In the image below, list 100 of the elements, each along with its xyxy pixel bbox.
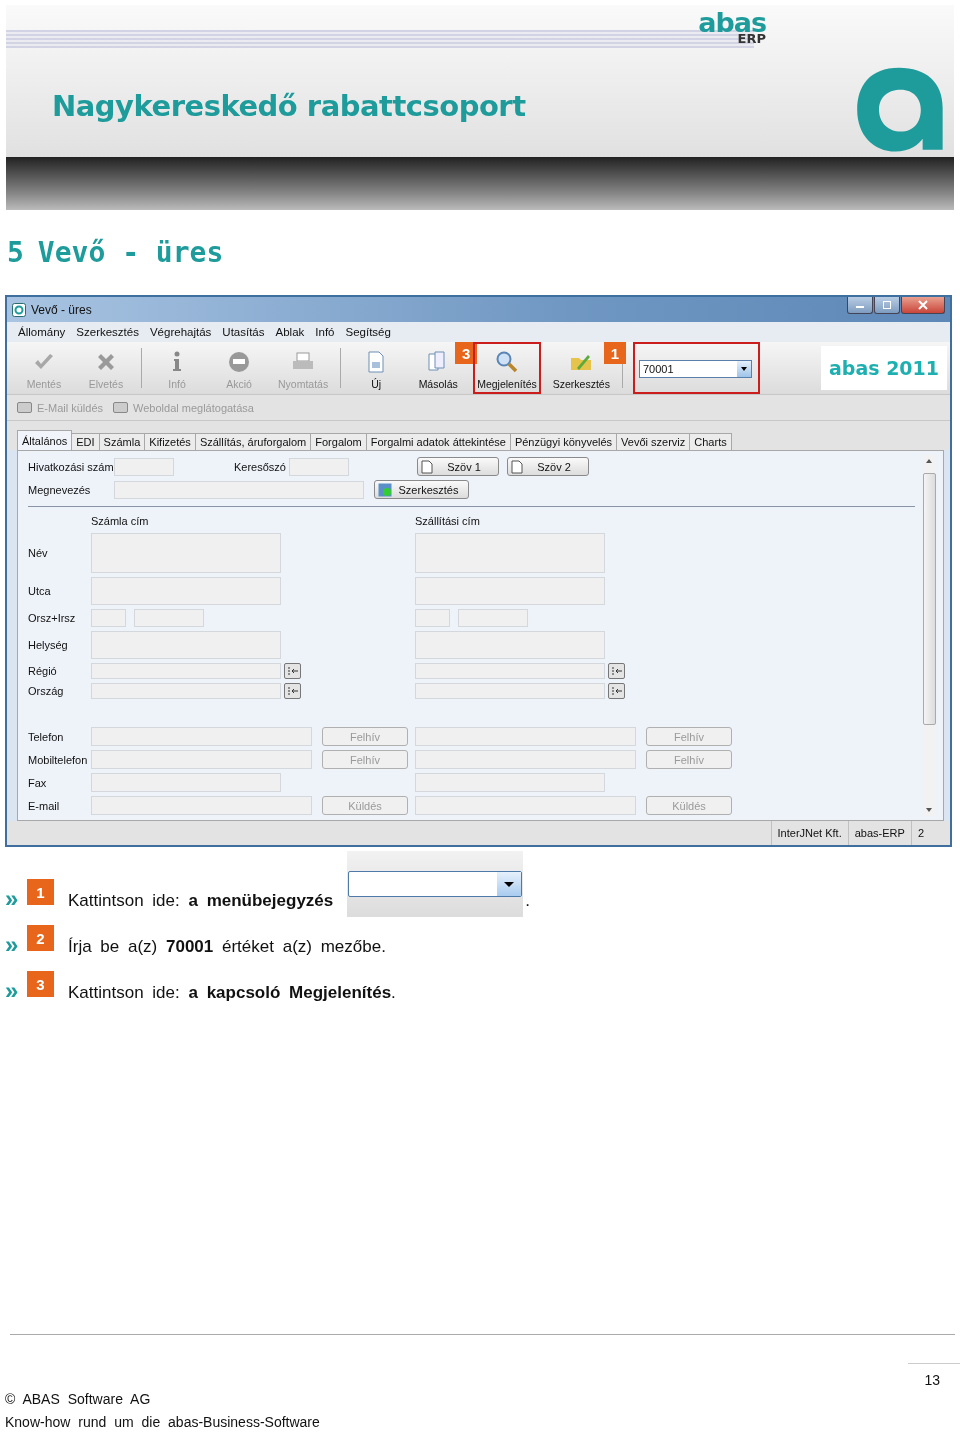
page-number: 13 (924, 1372, 940, 1388)
menu-item[interactable]: Ablak (275, 326, 305, 338)
search-icon (494, 350, 519, 374)
tab[interactable]: Számla (98, 433, 146, 450)
window-title: Vevő - üres (31, 302, 92, 317)
input-field[interactable] (91, 609, 126, 627)
minimize-button[interactable] (847, 297, 873, 314)
status-text: abas-ERP (847, 821, 911, 845)
close-button[interactable] (901, 297, 945, 314)
text-button[interactable]: Szöv 2 (507, 457, 589, 476)
tab[interactable]: EDI (71, 433, 100, 450)
input-field[interactable] (91, 683, 281, 699)
list-arrow-icon (610, 666, 623, 676)
list-arrow-icon (286, 666, 299, 676)
text-button[interactable]: Szöv 1 (417, 457, 499, 476)
brand-logo: abas 2011 (821, 346, 947, 390)
menu-item[interactable]: Szerkesztés (76, 326, 139, 338)
toolbar-button[interactable]: Megjelenítés (473, 342, 541, 394)
input-field[interactable] (91, 796, 312, 815)
status-text: 2 (910, 821, 930, 845)
input-field[interactable] (415, 609, 450, 627)
list-arrow-icon (286, 686, 299, 696)
tab[interactable]: Szállítás, áruforgalom (194, 433, 312, 450)
section-number: 5 (7, 236, 24, 269)
input-field[interactable] (415, 533, 605, 573)
field-label: Helység (28, 639, 69, 651)
input-field[interactable] (91, 631, 281, 659)
app-icon (12, 302, 26, 317)
document-icon (421, 459, 433, 474)
tab[interactable]: Vevői szerviz (616, 433, 691, 450)
step-badge: 3 (455, 342, 478, 364)
input-field[interactable] (289, 457, 349, 476)
menu-item[interactable]: Segítség (345, 326, 391, 338)
column-header: Szállítási cím (415, 515, 480, 527)
input-field[interactable] (415, 750, 636, 769)
input-field[interactable] (415, 577, 605, 605)
lookup-button[interactable] (284, 663, 301, 679)
tab[interactable]: Charts (689, 433, 732, 450)
input-field[interactable] (91, 750, 312, 769)
step-badge: 1 (603, 342, 626, 364)
menu-item[interactable]: Infó (315, 326, 335, 338)
status-text: InterJNet Kft. (770, 821, 848, 845)
input-field[interactable] (415, 727, 636, 746)
input-field[interactable] (134, 609, 204, 627)
section-title: Vevő - üres (37, 236, 224, 269)
tab[interactable]: Forgalmi adatok áttekintése (365, 433, 511, 450)
input-field[interactable] (415, 773, 605, 792)
edit-icon (378, 482, 392, 497)
step-text: . (525, 891, 530, 911)
step-badge: 3 (27, 971, 54, 997)
scrollbar[interactable] (923, 455, 935, 816)
action-icon (227, 350, 251, 374)
field-label: Mobiltelefon (28, 753, 89, 766)
maximize-icon (882, 301, 892, 309)
lookup-button[interactable] (284, 683, 301, 699)
input-field[interactable] (415, 796, 636, 815)
search-combo-box[interactable]: 70001 (638, 360, 752, 378)
page-title: Nagykereskedő rabattcsoport (52, 89, 526, 123)
menu-item[interactable]: Végrehajtás (149, 326, 212, 338)
bullet-mark: » (5, 979, 20, 1003)
lookup-button[interactable] (608, 683, 625, 699)
close-icon (918, 300, 928, 310)
edit-button[interactable]: Szerkesztés (374, 480, 469, 499)
input-field[interactable] (91, 773, 281, 792)
menu-item[interactable]: Utasítás (222, 326, 265, 338)
step-text: Kattintson ide: a menübejegyzés (68, 891, 334, 911)
document-icon (511, 459, 523, 474)
field-label: Orsz+Irsz (28, 612, 77, 624)
input-field[interactable] (114, 457, 174, 476)
field-label: Hivatkozási szám (28, 460, 114, 473)
menu-item[interactable]: Állomány (18, 326, 66, 338)
field-label: Fax (28, 776, 48, 789)
input-field[interactable] (91, 727, 312, 746)
bullet-mark: » (5, 887, 20, 911)
field-label: Név (28, 547, 49, 559)
bullet-mark: » (5, 933, 20, 957)
field-label: Megnevezés (28, 483, 92, 496)
input-field[interactable] (415, 631, 605, 659)
input-field[interactable] (415, 663, 605, 679)
maximize-button[interactable] (874, 297, 900, 314)
field-label: Keresőszó (234, 460, 287, 473)
tab[interactable]: Általános (17, 430, 73, 450)
input-field[interactable] (91, 663, 281, 679)
tab[interactable]: Forgalom (310, 433, 367, 450)
input-field[interactable] (91, 577, 281, 605)
list-arrow-icon (610, 686, 623, 696)
input-field[interactable] (415, 683, 605, 699)
step-text: Kattintson ide: a kapcsoló Megjelenítés. (68, 983, 396, 1003)
tab[interactable]: Kifizetés (144, 433, 196, 450)
field-label: Régió (28, 665, 58, 677)
column-header: Számla cím (91, 515, 149, 527)
lookup-button[interactable] (608, 663, 625, 679)
input-field[interactable] (91, 533, 281, 573)
input-field[interactable] (458, 609, 528, 627)
copyright-text: © ABAS Software AG (4, 1390, 152, 1409)
input-field[interactable] (114, 480, 364, 499)
tab[interactable]: Pénzügyi könyvelés (509, 433, 618, 450)
toolbar-button[interactable]: Új (349, 342, 404, 394)
field-label: Ország (28, 685, 65, 697)
step-badge: 2 (27, 925, 54, 951)
